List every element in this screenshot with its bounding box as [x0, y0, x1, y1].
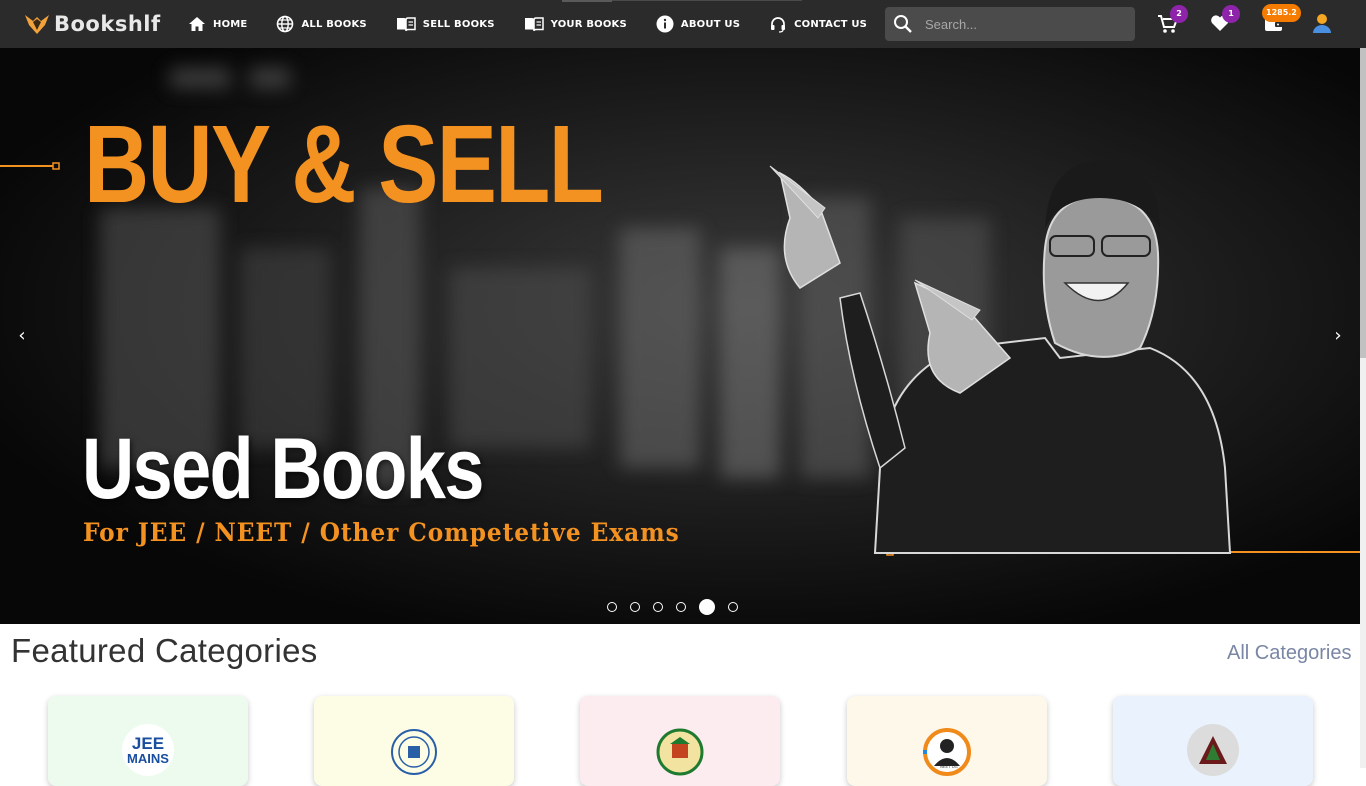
nav-all-books-label: ALL BOOKS: [301, 18, 367, 30]
carousel-prev-button[interactable]: ‹: [12, 324, 32, 348]
cart-button[interactable]: 2: [1157, 5, 1188, 39]
nav-your-books-label: YOUR BOOKS: [550, 18, 627, 30]
kvs-emblem-icon: [654, 724, 706, 776]
wishlist-count-badge: 1: [1222, 5, 1240, 23]
carousel-dot-3[interactable]: [653, 602, 663, 612]
owl-logo-icon: [25, 15, 49, 34]
nav-all-books[interactable]: ALL BOOKS: [276, 15, 367, 33]
cart-count-badge: 2: [1170, 5, 1188, 23]
hero-headline: BUY & SELL: [84, 103, 604, 226]
book-open-icon: [524, 17, 544, 32]
info-icon: [656, 15, 674, 33]
carousel-dot-4[interactable]: [676, 602, 686, 612]
carousel-indicators: [607, 599, 751, 615]
category-card-neet-ug[interactable]: NEET UG: [847, 696, 1047, 786]
brand-logo[interactable]: Bookshlf: [24, 10, 161, 38]
carousel-dot-1[interactable]: [607, 602, 617, 612]
jee-mains-logo: JEE MAINS: [122, 724, 174, 776]
nav-home[interactable]: HOME: [188, 16, 247, 32]
iit-emblem-icon: [388, 724, 440, 776]
book-open-icon: [396, 17, 416, 32]
nav-about-us[interactable]: ABOUT US: [656, 15, 740, 33]
category-card-board[interactable]: [1113, 696, 1313, 786]
home-icon: [189, 17, 205, 31]
user-avatar-icon: [1313, 14, 1331, 33]
nav-your-books[interactable]: YOUR BOOKS: [524, 16, 627, 32]
globe-icon: [277, 15, 294, 33]
category-card-jee-mains[interactable]: JEE MAINS: [48, 696, 248, 786]
category-card-kvs[interactable]: [580, 696, 780, 786]
carousel-dot-2[interactable]: [630, 602, 640, 612]
wishlist-button[interactable]: 1: [1210, 5, 1240, 37]
nav-sell-books[interactable]: SELL BOOKS: [396, 16, 495, 32]
carousel-dot-5-active[interactable]: [699, 599, 715, 615]
hero-subheadline: Used Books: [82, 421, 484, 517]
all-categories-link[interactable]: All Categories: [1227, 642, 1352, 665]
top-navbar: Bookshlf HOME ALL BOOKS SELL BOOKS YOUR …: [0, 0, 1366, 48]
hero-tagline: For JEE / NEET / Other Competetive Exams: [83, 518, 680, 547]
main-nav: HOME ALL BOOKS SELL BOOKS YOUR BOOKS ABO…: [188, 0, 896, 48]
nav-sell-books-label: SELL BOOKS: [422, 18, 495, 30]
search-input[interactable]: [923, 15, 1117, 33]
mains-logo-text: MAINS: [127, 750, 169, 766]
page-scrollbar[interactable]: [1360, 48, 1366, 768]
scrollbar-thumb[interactable]: [1360, 48, 1366, 358]
carousel-next-button[interactable]: ›: [1328, 324, 1348, 348]
brand-name: Bookshlf: [54, 12, 161, 36]
nav-contact-us[interactable]: CONTACT US: [769, 15, 867, 33]
wallet-balance-badge: 1285.2: [1262, 4, 1301, 22]
user-account-button[interactable]: [1312, 12, 1332, 39]
search-icon[interactable]: [893, 14, 913, 34]
nav-about-us-label: ABOUT US: [680, 18, 741, 30]
nav-contact-us-label: CONTACT US: [794, 18, 868, 30]
wallet-button[interactable]: 1285.2: [1262, 4, 1301, 37]
hero-carousel: BUY & SELL Used Books For JEE / NEET / O…: [0, 48, 1360, 624]
headset-icon: [771, 17, 786, 33]
carousel-dot-6[interactable]: [728, 602, 738, 612]
search-bar: [885, 7, 1135, 41]
neet-ug-logo-text: NEET UG: [940, 764, 958, 769]
nav-home-label: HOME: [213, 18, 248, 30]
neet-ug-logo: NEET UG: [921, 724, 973, 776]
board-emblem-icon: [1187, 724, 1239, 776]
jee-logo-text: JEE: [131, 733, 165, 753]
featured-categories-title: Featured Categories: [11, 632, 318, 669]
category-card-iit[interactable]: [314, 696, 514, 786]
